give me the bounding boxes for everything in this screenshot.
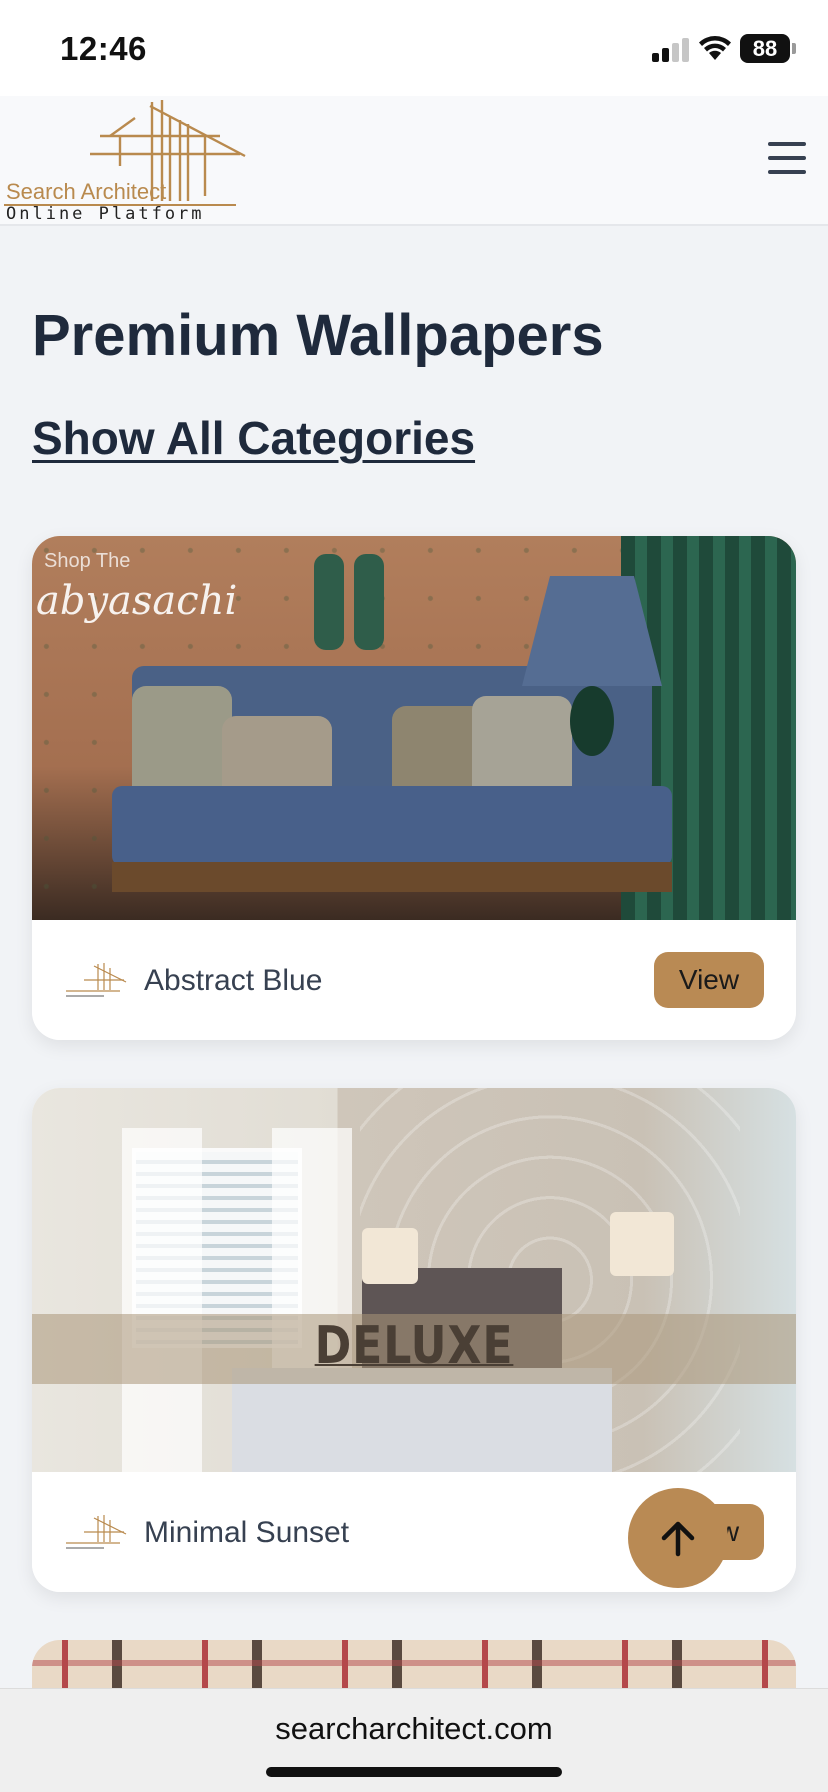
status-bar: 12:46 88 [0, 0, 828, 96]
image-banner-text: DELUXE [314, 1316, 514, 1376]
url-text[interactable]: searcharchitect.com [0, 1711, 828, 1747]
arrow-up-icon [661, 1521, 695, 1557]
show-all-categories-link[interactable]: Show All Categories [32, 411, 475, 465]
image-overlay-brand: abyasachi [36, 578, 238, 624]
card-logo-icon [66, 1515, 127, 1549]
logo-subtitle: Online Platform [6, 204, 205, 224]
page-title: Premium Wallpapers [32, 303, 604, 368]
image-overlay-text: Shop The [44, 550, 131, 572]
site-logo[interactable]: Search Architect Online Platform [0, 96, 250, 226]
wallpaper-card[interactable]: Shop The abyasachi Abstract Blue View [32, 536, 796, 1040]
wallpaper-image[interactable]: Shop The abyasachi [32, 536, 796, 920]
wallpaper-image[interactable]: DELUXE [32, 1088, 796, 1472]
view-button[interactable]: View [654, 952, 764, 1008]
site-header: Search Architect Online Platform [0, 96, 828, 226]
image-background [32, 1088, 796, 1472]
card-logo-icon [66, 963, 127, 997]
battery-icon: 88 [740, 34, 790, 63]
scroll-to-top-button[interactable] [628, 1488, 728, 1588]
browser-address-bar[interactable]: searcharchitect.com [0, 1688, 828, 1792]
card-footer: Abstract Blue View [32, 920, 796, 1040]
logo-title: Search Architect [6, 179, 167, 204]
wifi-icon [698, 34, 732, 67]
cellular-signal-icon [652, 38, 690, 62]
wallpaper-name: Minimal Sunset [144, 1516, 350, 1549]
wallpaper-name: Abstract Blue [144, 964, 323, 997]
hamburger-icon[interactable] [768, 142, 806, 174]
home-indicator[interactable] [266, 1767, 562, 1777]
battery-tip [792, 43, 796, 54]
status-time: 12:46 [60, 30, 147, 67]
